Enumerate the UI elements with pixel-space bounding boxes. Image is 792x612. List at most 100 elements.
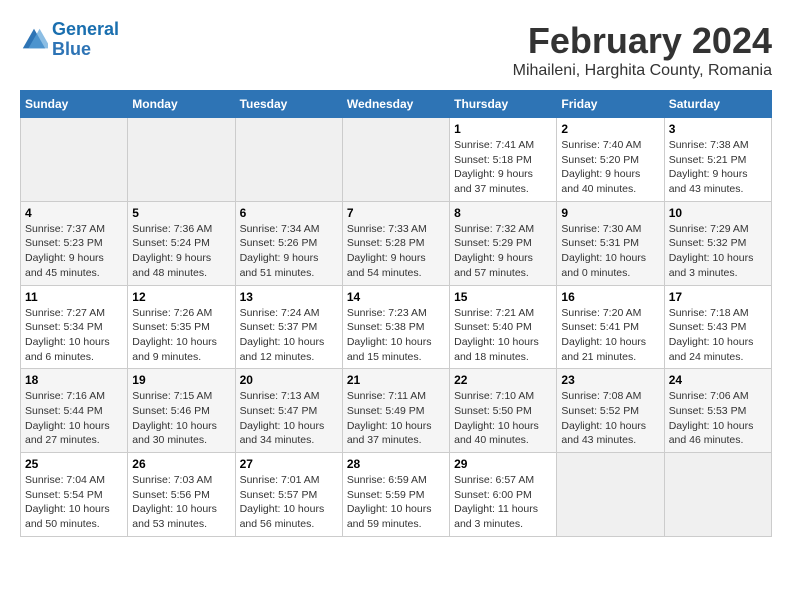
calendar-week-4: 25 Sunrise: 7:04 AMSunset: 5:54 PMDayligh… [21,453,772,537]
day-number: 7 [347,206,445,220]
calendar-cell: 11 Sunrise: 7:27 AMSunset: 5:34 PMDayligh… [21,285,128,369]
day-number: 22 [454,373,552,387]
day-number: 20 [240,373,338,387]
day-info: Sunrise: 7:29 AMSunset: 5:32 PMDaylight:… [669,222,767,281]
location-title: Mihaileni, Harghita County, Romania [513,62,772,80]
calendar-cell: 24 Sunrise: 7:06 AMSunset: 5:53 PMDayligh… [664,369,771,453]
day-number: 15 [454,290,552,304]
header-saturday: Saturday [664,91,771,118]
day-info: Sunrise: 7:34 AMSunset: 5:26 PMDaylight:… [240,222,338,281]
day-number: 26 [132,457,230,471]
day-number: 14 [347,290,445,304]
day-number: 6 [240,206,338,220]
calendar-cell: 22 Sunrise: 7:10 AMSunset: 5:50 PMDayligh… [450,369,557,453]
day-info: Sunrise: 7:38 AMSunset: 5:21 PMDaylight:… [669,138,767,197]
day-number: 4 [25,206,123,220]
day-info: Sunrise: 7:23 AMSunset: 5:38 PMDaylight:… [347,306,445,365]
logo-blue: Blue [52,39,91,59]
day-number: 1 [454,122,552,136]
calendar-cell: 12 Sunrise: 7:26 AMSunset: 5:35 PMDayligh… [128,285,235,369]
day-number: 12 [132,290,230,304]
day-number: 9 [561,206,659,220]
calendar-cell: 5 Sunrise: 7:36 AMSunset: 5:24 PMDaylight… [128,201,235,285]
day-info: Sunrise: 7:16 AMSunset: 5:44 PMDaylight:… [25,389,123,448]
day-number: 27 [240,457,338,471]
calendar-week-3: 18 Sunrise: 7:16 AMSunset: 5:44 PMDayligh… [21,369,772,453]
calendar-cell: 15 Sunrise: 7:21 AMSunset: 5:40 PMDayligh… [450,285,557,369]
calendar-cell: 19 Sunrise: 7:15 AMSunset: 5:46 PMDayligh… [128,369,235,453]
day-number: 29 [454,457,552,471]
day-info: Sunrise: 7:37 AMSunset: 5:23 PMDaylight:… [25,222,123,281]
logo-general: General [52,19,119,39]
day-info: Sunrise: 7:13 AMSunset: 5:47 PMDaylight:… [240,389,338,448]
calendar-header-row: SundayMondayTuesdayWednesdayThursdayFrid… [21,91,772,118]
calendar-cell: 23Sunrise: 7:08 AMSunset: 5:52 PMDayligh… [557,369,664,453]
calendar-cell: 28Sunrise: 6:59 AMSunset: 5:59 PMDayligh… [342,453,449,537]
day-info: Sunrise: 7:27 AMSunset: 5:34 PMDaylight:… [25,306,123,365]
day-number: 25 [25,457,123,471]
day-info: Sunrise: 7:36 AMSunset: 5:24 PMDaylight:… [132,222,230,281]
day-info: Sunrise: 7:20 AMSunset: 5:41 PMDaylight:… [561,306,659,365]
day-info: Sunrise: 7:41 AMSunset: 5:18 PMDaylight:… [454,138,552,197]
title-area: February 2024 Mihaileni, Harghita County… [513,20,772,80]
calendar-cell: 6 Sunrise: 7:34 AMSunset: 5:26 PMDaylight… [235,201,342,285]
month-title: February 2024 [513,20,772,62]
calendar-cell: 20 Sunrise: 7:13 AMSunset: 5:47 PMDayligh… [235,369,342,453]
day-info: Sunrise: 7:15 AMSunset: 5:46 PMDaylight:… [132,389,230,448]
day-info: Sunrise: 7:04 AMSunset: 5:54 PMDaylight:… [25,473,123,532]
page-header: General Blue February 2024 Mihaileni, Ha… [20,20,772,80]
day-number: 17 [669,290,767,304]
day-number: 19 [132,373,230,387]
calendar-table: SundayMondayTuesdayWednesdayThursdayFrid… [20,90,772,537]
header-tuesday: Tuesday [235,91,342,118]
day-info: Sunrise: 7:26 AMSunset: 5:35 PMDaylight:… [132,306,230,365]
day-info: Sunrise: 7:10 AMSunset: 5:50 PMDaylight:… [454,389,552,448]
header-friday: Friday [557,91,664,118]
day-info: Sunrise: 7:18 AMSunset: 5:43 PMDaylight:… [669,306,767,365]
calendar-cell [557,453,664,537]
calendar-cell: 10 Sunrise: 7:29 AMSunset: 5:32 PMDayligh… [664,201,771,285]
day-number: 28 [347,457,445,471]
day-info: Sunrise: 7:08 AMSunset: 5:52 PMDaylight:… [561,389,659,448]
day-number: 16 [561,290,659,304]
calendar-cell: 4 Sunrise: 7:37 AMSunset: 5:23 PMDaylight… [21,201,128,285]
header-monday: Monday [128,91,235,118]
calendar-cell: 16 Sunrise: 7:20 AMSunset: 5:41 PMDayligh… [557,285,664,369]
calendar-week-0: 1 Sunrise: 7:41 AMSunset: 5:18 PMDaylight… [21,118,772,202]
day-info: Sunrise: 7:24 AMSunset: 5:37 PMDaylight:… [240,306,338,365]
logo-text: General Blue [52,20,119,60]
calendar-cell: 13 Sunrise: 7:24 AMSunset: 5:37 PMDayligh… [235,285,342,369]
day-number: 24 [669,373,767,387]
calendar-cell: 27Sunrise: 7:01 AMSunset: 5:57 PMDayligh… [235,453,342,537]
calendar-cell: 17 Sunrise: 7:18 AMSunset: 5:43 PMDayligh… [664,285,771,369]
calendar-week-1: 4 Sunrise: 7:37 AMSunset: 5:23 PMDaylight… [21,201,772,285]
header-sunday: Sunday [21,91,128,118]
calendar-cell [664,453,771,537]
calendar-cell: 3 Sunrise: 7:38 AMSunset: 5:21 PMDaylight… [664,118,771,202]
calendar-cell [128,118,235,202]
day-number: 11 [25,290,123,304]
calendar-cell [21,118,128,202]
calendar-cell: 25 Sunrise: 7:04 AMSunset: 5:54 PMDayligh… [21,453,128,537]
day-info: Sunrise: 7:33 AMSunset: 5:28 PMDaylight:… [347,222,445,281]
calendar-week-2: 11 Sunrise: 7:27 AMSunset: 5:34 PMDayligh… [21,285,772,369]
day-info: Sunrise: 7:06 AMSunset: 5:53 PMDaylight:… [669,389,767,448]
logo-icon [20,26,48,54]
calendar-cell [235,118,342,202]
day-number: 13 [240,290,338,304]
calendar-cell: 18 Sunrise: 7:16 AMSunset: 5:44 PMDayligh… [21,369,128,453]
calendar-cell [342,118,449,202]
day-number: 3 [669,122,767,136]
calendar-cell: 21Sunrise: 7:11 AMSunset: 5:49 PMDayligh… [342,369,449,453]
calendar-cell: 2Sunrise: 7:40 AMSunset: 5:20 PMDaylight… [557,118,664,202]
day-number: 10 [669,206,767,220]
calendar-cell: 7 Sunrise: 7:33 AMSunset: 5:28 PMDaylight… [342,201,449,285]
day-number: 18 [25,373,123,387]
day-number: 5 [132,206,230,220]
header-wednesday: Wednesday [342,91,449,118]
day-info: Sunrise: 7:03 AMSunset: 5:56 PMDaylight:… [132,473,230,532]
header-thursday: Thursday [450,91,557,118]
day-number: 8 [454,206,552,220]
calendar-cell: 1 Sunrise: 7:41 AMSunset: 5:18 PMDaylight… [450,118,557,202]
day-info: Sunrise: 7:21 AMSunset: 5:40 PMDaylight:… [454,306,552,365]
